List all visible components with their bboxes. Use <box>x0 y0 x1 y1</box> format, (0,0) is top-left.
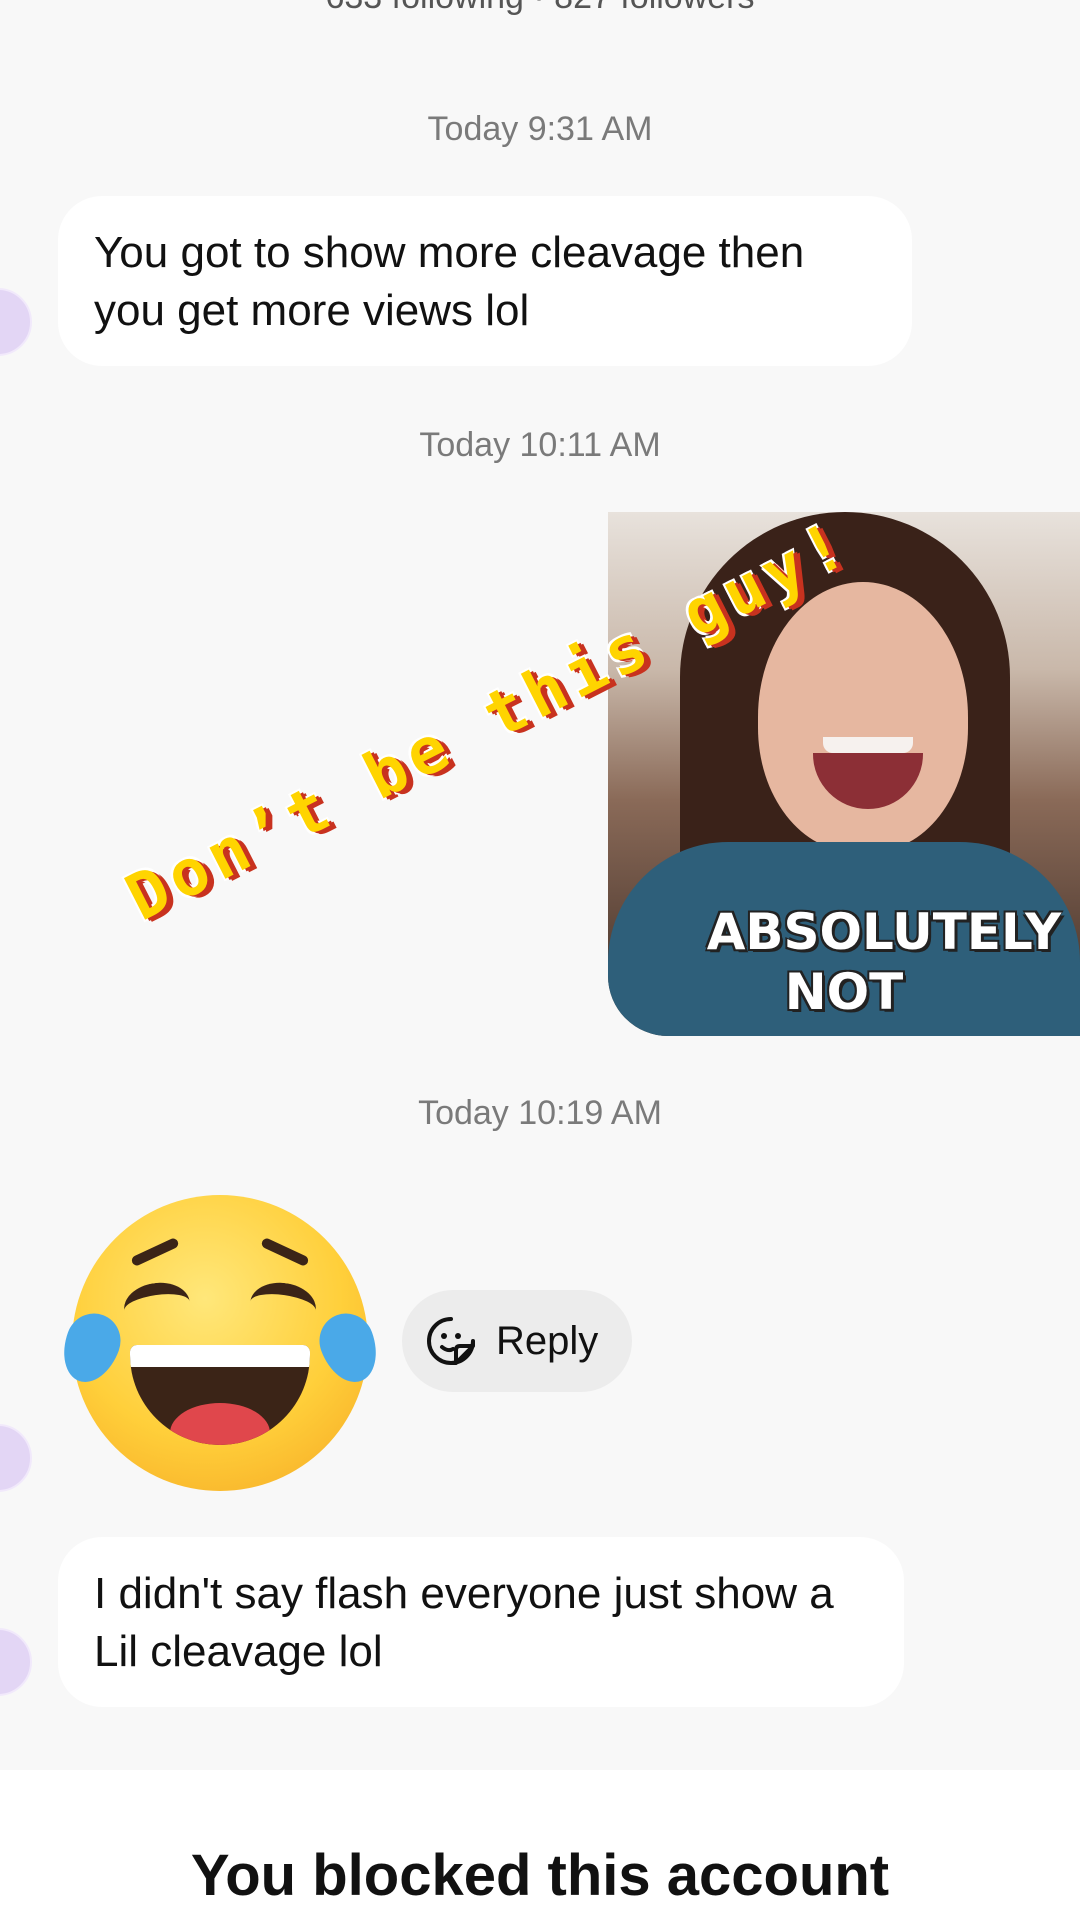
emoji-teeth <box>130 1345 310 1367</box>
emoji-right-tear <box>311 1305 387 1391</box>
message-bubble[interactable]: I didn't say flash everyone just show a … <box>58 1537 904 1707</box>
emoji-left-eye <box>121 1278 193 1334</box>
emoji-right-eye <box>247 1278 319 1334</box>
sender-avatar[interactable] <box>0 288 32 356</box>
profile-follow-counts: 633 following · 827 followers <box>0 0 1080 17</box>
message-timestamp: Today 10:19 AM <box>418 1094 662 1132</box>
message-timestamp: Today 9:31 AM <box>427 110 653 148</box>
blocked-account-notice: You blocked this account <box>190 1843 890 1908</box>
message-text: I didn't say flash everyone just show a … <box>94 1569 834 1676</box>
sticker-caption-line2: NOT <box>784 963 904 1021</box>
sticker-caption-line1: ABSOLUTELY <box>706 903 1062 961</box>
emoji-right-brow <box>260 1236 310 1268</box>
sticker-teeth <box>823 737 913 753</box>
reply-label: Reply <box>496 1319 599 1363</box>
tears-of-joy-emoji[interactable] <box>53 1195 387 1491</box>
emoji-left-tear <box>53 1305 129 1391</box>
emoji-tongue <box>170 1403 270 1445</box>
sender-avatar[interactable] <box>0 1628 32 1696</box>
sticker-face <box>758 582 968 852</box>
reply-button[interactable]: Reply <box>402 1290 632 1392</box>
message-text: You got to show more cleavage then you g… <box>94 228 805 335</box>
emoji-left-brow <box>130 1236 180 1268</box>
message-timestamp: Today 10:11 AM <box>419 426 661 464</box>
sticker-reply-icon <box>427 1317 475 1365</box>
sender-avatar[interactable] <box>0 1424 32 1492</box>
emoji-mouth <box>130 1345 310 1445</box>
message-bubble[interactable]: You got to show more cleavage then you g… <box>58 196 912 366</box>
